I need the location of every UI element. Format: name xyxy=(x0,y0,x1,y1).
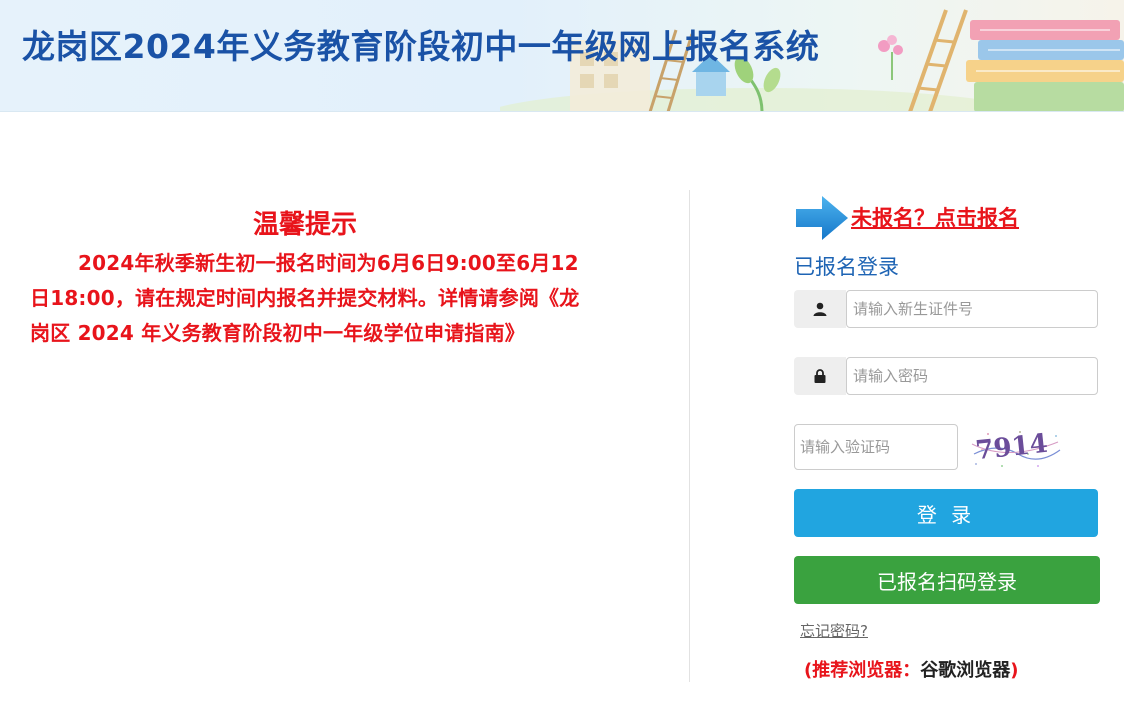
lock-icon xyxy=(794,357,846,395)
captcha-image[interactable]: 7914 xyxy=(968,424,1064,472)
password-input-group xyxy=(794,357,1098,395)
arrow-right-icon xyxy=(796,196,848,240)
browser-tip-name: 谷歌浏览器 xyxy=(920,660,1011,681)
login-button[interactable]: 登 录 xyxy=(794,489,1098,537)
scan-login-button[interactable]: 已报名扫码登录 xyxy=(794,556,1100,604)
user-icon xyxy=(794,290,846,328)
vertical-divider xyxy=(689,190,690,682)
captcha-input[interactable] xyxy=(794,424,958,470)
id-number-input[interactable] xyxy=(846,290,1098,328)
captcha-text: 7914 xyxy=(974,429,1049,466)
notice-title: 温馨提示 xyxy=(252,210,357,240)
password-input[interactable] xyxy=(846,357,1098,395)
browser-tip-suffix: ) xyxy=(1010,660,1019,681)
browser-recommendation: (推荐浏览器：谷歌浏览器) xyxy=(804,656,1018,682)
browser-tip-prefix: (推荐浏览器： xyxy=(804,660,921,681)
forgot-password-link[interactable]: 忘记密码? xyxy=(800,620,868,641)
id-input-group xyxy=(794,290,1098,328)
register-link[interactable]: 未报名？点击报名 xyxy=(851,202,1019,232)
login-heading: 已报名登录 xyxy=(794,255,899,279)
header-banner: 龙岗区2024年义务教育阶段初中一年级网上报名系统 xyxy=(0,0,1124,112)
page-title: 龙岗区2024年义务教育阶段初中一年级网上报名系统 xyxy=(22,27,820,66)
notice-body: 2024年秋季新生初一报名时间为6月6日9:00至6月12日18:00，请在规定… xyxy=(30,251,580,345)
